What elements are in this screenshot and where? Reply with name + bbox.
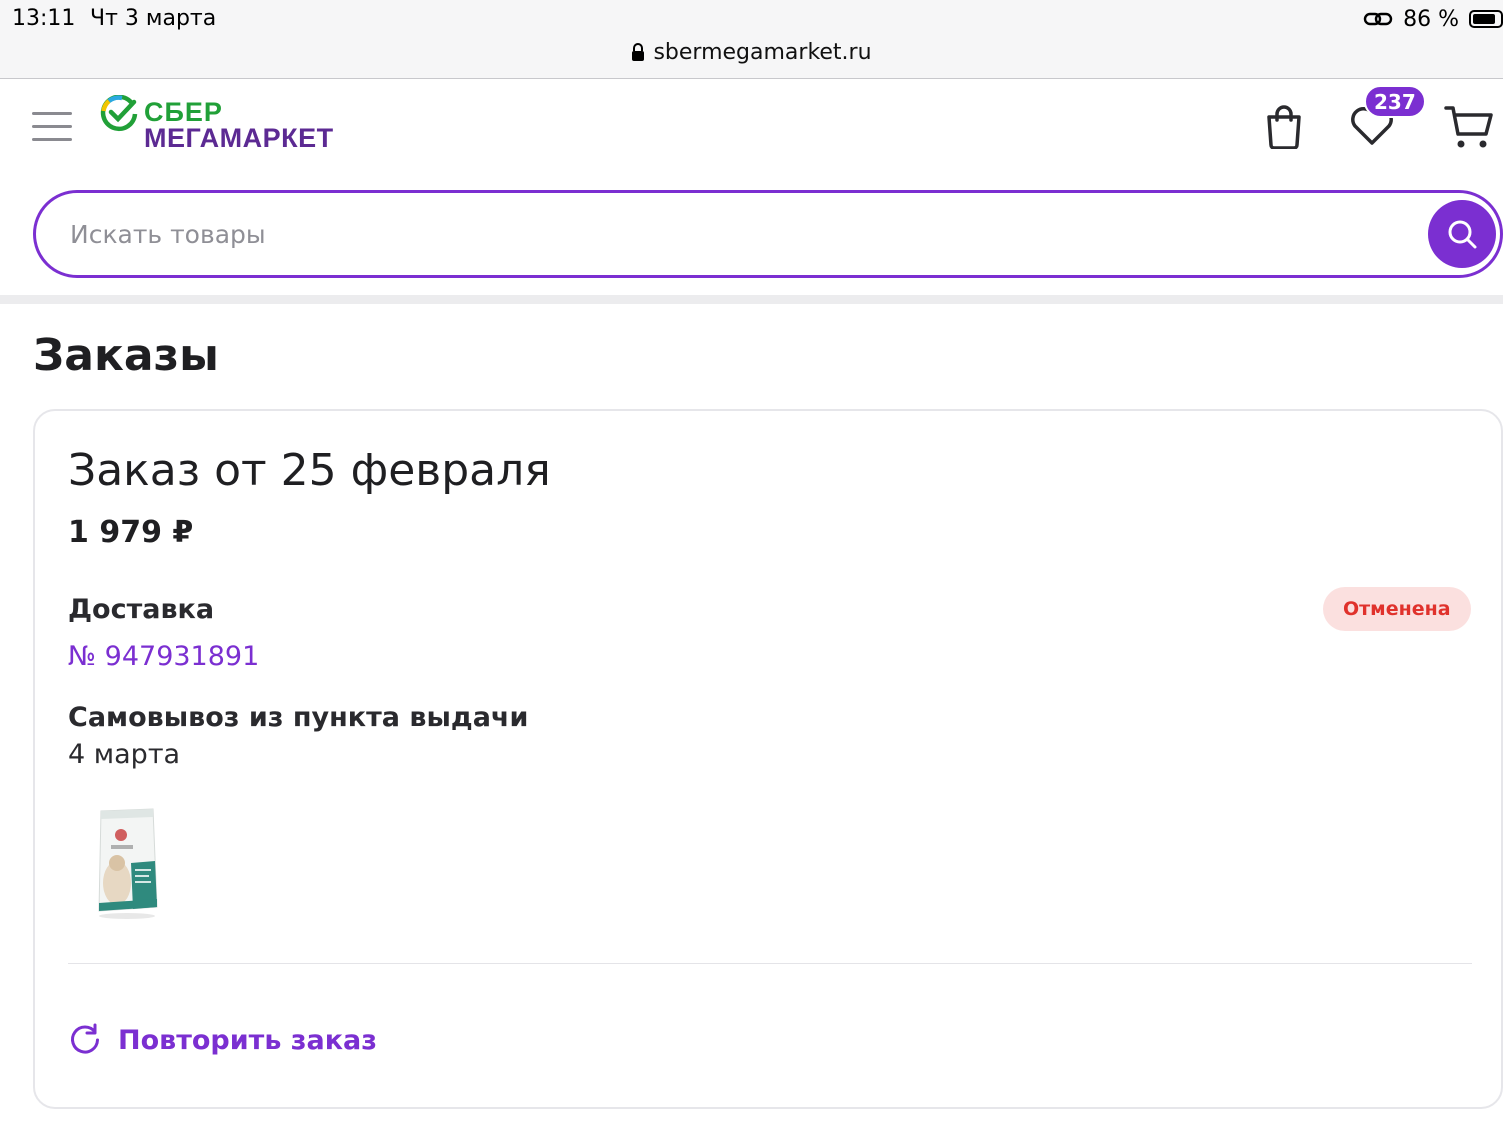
pickup-date: 4 марта — [68, 739, 181, 770]
delivery-label: Доставка — [68, 594, 215, 625]
refresh-icon — [71, 1023, 99, 1054]
order-title[interactable]: Заказ от 25 февраля — [68, 445, 551, 496]
delivery-number-link[interactable]: № 947931891 — [68, 641, 259, 672]
status-badge: Отменена — [1323, 587, 1471, 631]
page-title: Заказы — [33, 330, 219, 381]
battery-icon — [1469, 10, 1503, 28]
order-total: 1 979 ₽ — [68, 515, 194, 550]
address-bar[interactable]: sbermegamarket.ru — [0, 40, 1503, 65]
search-button[interactable] — [1428, 200, 1496, 268]
card-divider — [68, 963, 1472, 964]
product-thumbnail[interactable] — [87, 803, 167, 921]
repeat-order-label: Повторить заказ — [118, 1024, 377, 1056]
pickup-label: Самовывоз из пункта выдачи — [68, 702, 529, 733]
favorites-count-badge: 237 — [1364, 85, 1426, 118]
status-time: 13:11 — [12, 6, 76, 31]
lock-icon — [632, 43, 645, 61]
sber-logo-icon — [100, 95, 138, 132]
status-date: Чт 3 марта — [90, 6, 217, 31]
shopping-bag-icon[interactable] — [1264, 103, 1304, 149]
menu-icon[interactable] — [32, 112, 72, 142]
search-icon — [1448, 220, 1477, 249]
url-text: sbermegamarket.ru — [653, 40, 872, 65]
status-indicators: 86 % — [1363, 4, 1503, 34]
order-card: Заказ от 25 февраля 1 979 ₽ Доставка № 9… — [33, 409, 1503, 1109]
search-bar — [33, 190, 1503, 278]
ios-status-bar: 13:11 Чт 3 марта 86 % sbermegamarket.ru — [0, 0, 1503, 79]
section-divider — [0, 295, 1503, 304]
battery-percent: 86 % — [1403, 6, 1459, 32]
cart-icon[interactable] — [1444, 104, 1494, 150]
repeat-order-button[interactable]: Повторить заказ — [68, 1023, 377, 1057]
link-icon — [1363, 12, 1393, 26]
search-input[interactable] — [68, 211, 1368, 257]
logo-text-megamarket: МЕГАМАРКЕТ — [144, 123, 334, 153]
